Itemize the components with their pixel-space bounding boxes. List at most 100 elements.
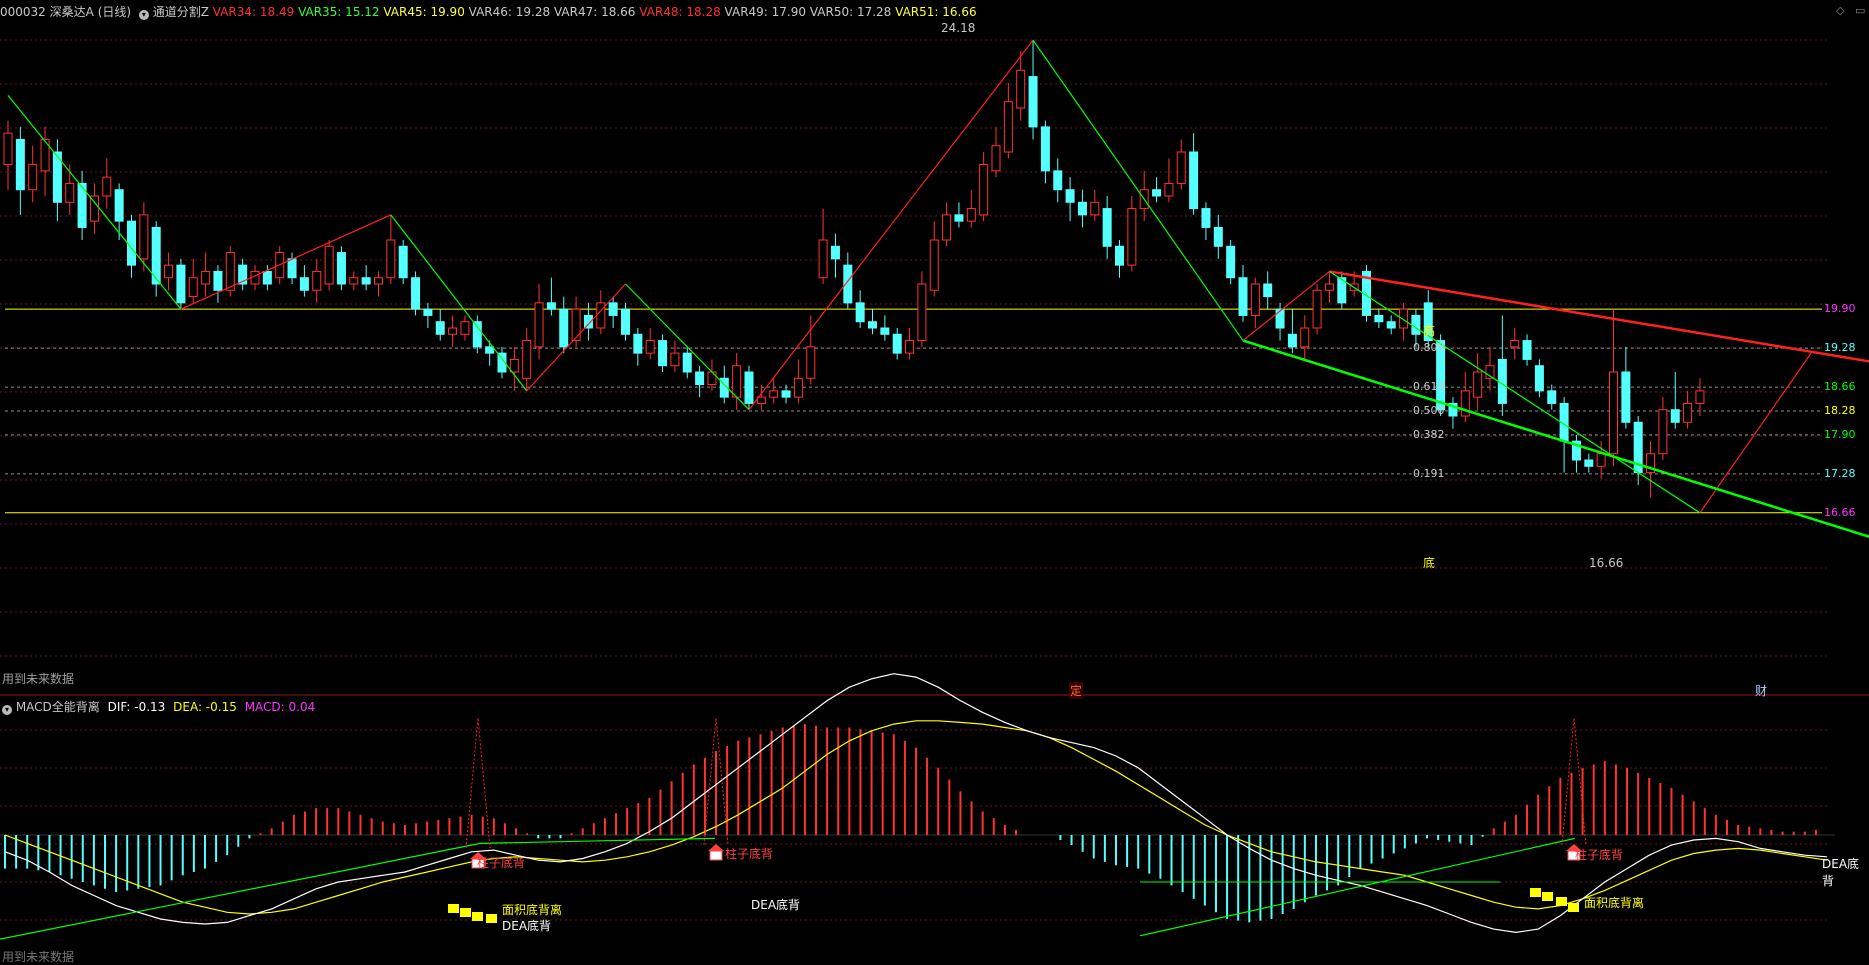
indicator-name[interactable]: 通道分割Z [153, 5, 209, 19]
var-value-3: VAR46: 19.28 [464, 5, 551, 19]
price-level-label: 18.66 [1824, 380, 1856, 394]
zigzag-segment [180, 214, 392, 310]
indicator-menu-icon[interactable]: ▾ [138, 10, 149, 20]
candle-body [423, 308, 433, 316]
candle-body [1275, 308, 1285, 329]
candle-body [806, 346, 816, 379]
zigzag-segment [748, 39, 1034, 411]
candle-body [1522, 340, 1532, 360]
candle-body [645, 340, 655, 354]
candle-body [1016, 69, 1026, 109]
candle-body [1102, 208, 1112, 247]
var-value-1: VAR35: 15.12 [294, 5, 380, 19]
collapse-left-icon[interactable]: ◇ [1836, 4, 1844, 17]
candle-body [139, 214, 149, 260]
candle-body [732, 365, 742, 398]
candle-body [954, 214, 964, 222]
candle-body [188, 277, 198, 298]
candle-body [522, 340, 532, 379]
support-trendline [1242, 339, 1869, 538]
fib-ratio-label: 0.382 [1413, 427, 1445, 441]
zigzag-segment [1032, 39, 1244, 341]
candle-body [1374, 314, 1384, 323]
collapse-right-icon[interactable]: ▭ [1855, 4, 1865, 17]
candle-body [1300, 327, 1310, 348]
candle-body [868, 321, 877, 329]
macd-menu-icon[interactable]: ▾ [2, 705, 12, 715]
candle-body [880, 327, 890, 335]
candle-body [979, 164, 989, 216]
candle-body [114, 189, 124, 222]
stock-name: 深桑达A [49, 5, 94, 19]
fib-ratio-label: 0.500 [1413, 403, 1445, 417]
candle-body [65, 182, 75, 203]
candle-body [1497, 358, 1507, 404]
main-header: 000032 深桑达A (日线) ▾ 通道分割Z VAR34: 18.49 VA… [0, 3, 977, 20]
candle-body [435, 321, 445, 335]
candle-body [1695, 390, 1705, 404]
candle-body [1473, 371, 1483, 398]
area-divergence-block [460, 908, 471, 917]
bottom-level-marker: 底 [1423, 556, 1436, 570]
candle-body [793, 377, 803, 398]
candle-body [1386, 321, 1396, 329]
candle-body [1238, 277, 1248, 316]
candle-body [1065, 189, 1075, 203]
candle-body [695, 371, 705, 386]
div-label-dea-1: DEA底背 [502, 919, 552, 933]
candle-body [1510, 340, 1520, 348]
candle-body [312, 270, 322, 291]
candle-body [534, 302, 544, 348]
price-level-label: 17.28 [1824, 466, 1856, 480]
candle-body [287, 258, 297, 279]
candle-body [1609, 371, 1618, 455]
candle-body [324, 245, 334, 285]
candle-body [1658, 409, 1668, 455]
marker-cai: 财 [1755, 684, 1768, 698]
candle-body [855, 302, 865, 323]
candle-body [658, 340, 668, 367]
candle-body [164, 264, 174, 279]
candle-body [1090, 201, 1100, 216]
area-divergence-block [1542, 892, 1553, 901]
var-value-5: VAR48: 18.28 [635, 5, 721, 19]
candle-body [966, 208, 976, 222]
candle-body [176, 264, 186, 304]
zigzag-segment [625, 283, 750, 411]
candle-body [1127, 208, 1137, 266]
area-divergence-block [448, 904, 459, 913]
future-data-note: 用到未来数据 [2, 672, 75, 686]
zigzag-segment [7, 95, 182, 310]
candle-body [633, 333, 643, 354]
price-level-label: 17.90 [1824, 427, 1856, 441]
div-label-bar-2: 柱子底背 [725, 847, 774, 861]
var-value-2: VAR45: 19.90 [379, 5, 465, 19]
candle-body [559, 308, 569, 348]
div-label-area-2: 面积底背离 [1584, 896, 1645, 910]
divergence-roof-icon [708, 844, 724, 851]
candle-body [1312, 289, 1322, 329]
candle-body [411, 277, 421, 310]
stock-code: 000032 [0, 5, 46, 19]
candle-body [608, 302, 618, 316]
area-divergence-block [1568, 903, 1579, 912]
candle-body [1683, 402, 1693, 423]
candle-body [262, 270, 272, 285]
candle-body [1189, 151, 1199, 210]
candle-body [744, 371, 754, 404]
div-label-bar-3: 柱子底背 [1575, 848, 1624, 862]
period-label: (日线) [97, 5, 132, 19]
candle-body [213, 270, 223, 291]
top-level-marker: 高 [1423, 324, 1436, 338]
candle-body [1077, 201, 1087, 216]
div-label-dea-3: DEA底背 [1822, 857, 1860, 888]
candle-body [769, 390, 779, 398]
candle-body [361, 277, 371, 285]
fib-ratio-label: 0.809 [1413, 341, 1445, 355]
macd-indicator-name[interactable]: MACD全能背离 [16, 700, 100, 714]
candle-body [929, 239, 939, 291]
div-label-bar-1: 柱子底背 [477, 856, 526, 870]
area-divergence-block [1530, 888, 1541, 897]
var-value-6: VAR49: 17.90 [720, 5, 807, 19]
candle-body [991, 145, 1001, 172]
